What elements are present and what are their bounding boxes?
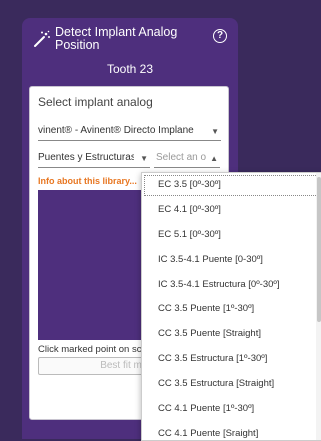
hint-text: Click marked point on scan (38, 344, 153, 355)
library-select[interactable]: vinent® - Avinent® Directo Implane ▼ (38, 122, 221, 141)
chevron-down-icon: ▼ (211, 127, 219, 136)
dropdown-option[interactable]: EC 3.5 [0º-30º] (142, 173, 321, 198)
dropdown-option[interactable]: EC 5.1 [0º-30º] (142, 223, 321, 248)
category-select[interactable]: Puentes y Estructuras ▼ (38, 149, 150, 168)
dropdown-option[interactable]: CC 3.5 Estructura [1º-30º] (142, 347, 321, 372)
option-dropdown-list[interactable]: EC 3.5 [0º-30º] EC 4.1 [0º-30º] EC 5.1 [… (141, 172, 321, 441)
info-library-link[interactable]: Info about this library... (38, 176, 158, 186)
panel-header: Detect Implant Analog Position ? Tooth 2… (22, 18, 238, 78)
option-select-placeholder: Select an option (156, 152, 206, 163)
chevron-up-icon: ▲ (210, 154, 218, 163)
category-select-value: Puentes y Estructuras (38, 152, 134, 163)
option-select[interactable]: Select an option ▲ (154, 149, 220, 168)
dropdown-option[interactable]: IC 3.5-4.1 Estructura [0º-30º] (142, 273, 321, 298)
dropdown-option[interactable]: CC 4.1 Puente [Sraight] (142, 422, 321, 440)
magic-wand-icon (34, 30, 50, 47)
dropdown-scrollbar[interactable] (316, 173, 321, 440)
dropdown-option[interactable]: CC 3.5 Estructura [Straight] (142, 372, 321, 397)
chevron-down-icon: ▼ (140, 154, 148, 163)
panel-title: Detect Implant Analog Position (55, 25, 178, 52)
dropdown-scrollbar-thumb[interactable] (317, 177, 321, 322)
card-label: Select implant analog (38, 95, 153, 109)
dropdown-option[interactable]: CC 3.5 Puente [Straight] (142, 322, 321, 347)
dropdown-option[interactable]: IC 3.5-4.1 Puente [0-30º] (142, 248, 321, 273)
dropdown-option[interactable]: EC 4.1 [0º-30º] (142, 198, 321, 223)
tooth-label: Tooth 23 (106, 62, 154, 76)
dropdown-option[interactable]: CC 3.5 Puente [1º-30º] (142, 297, 321, 322)
help-icon[interactable]: ? (213, 29, 227, 43)
dropdown-option[interactable]: CC 4.1 Puente [1º-30º] (142, 397, 321, 422)
library-select-value: vinent® - Avinent® Directo Implane (38, 125, 194, 136)
